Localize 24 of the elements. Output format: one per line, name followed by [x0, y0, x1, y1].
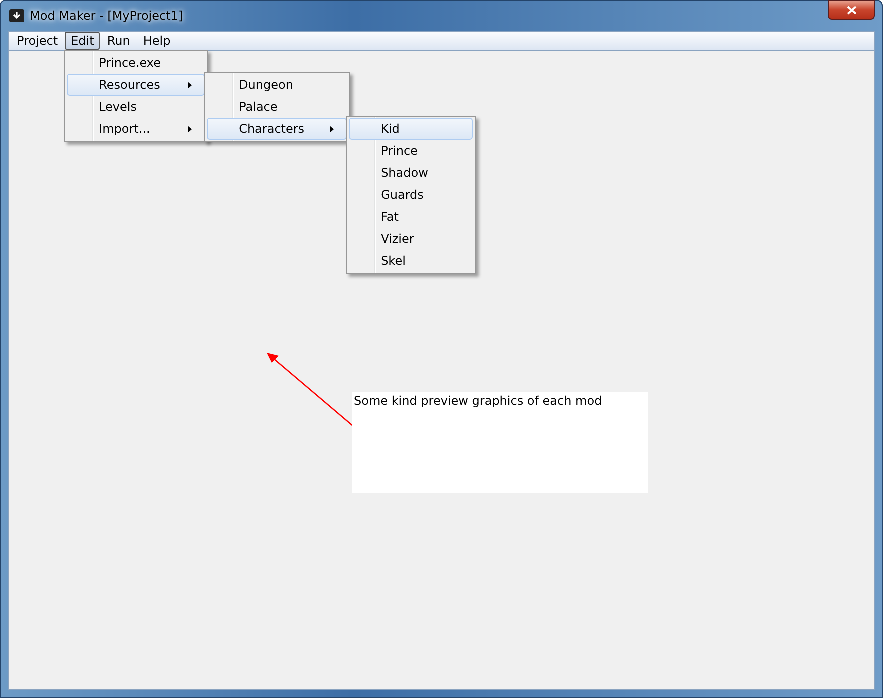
close-button[interactable]	[828, 0, 875, 20]
menu-item[interactable]: Vizier	[349, 228, 474, 250]
submenu-arrow-icon	[188, 82, 192, 88]
close-icon	[846, 6, 856, 14]
menu-item[interactable]: Skel	[349, 250, 474, 272]
menu-item[interactable]: Guards	[349, 184, 474, 206]
window-title: Mod Maker - [MyProject1]	[30, 9, 184, 23]
submenu-arrow-icon	[188, 126, 192, 132]
menu-item[interactable]: Kid	[349, 118, 474, 140]
menu-item[interactable]: Prince	[349, 140, 474, 162]
menu-bar-item[interactable]: Help	[137, 32, 177, 50]
menu-bar-item[interactable]: Project	[11, 32, 64, 50]
menu-item[interactable]: Levels	[67, 96, 206, 118]
menu-item[interactable]: Palace	[207, 96, 348, 118]
menu-bar-item[interactable]: Edit	[65, 32, 100, 50]
menu-item[interactable]: Shadow	[349, 162, 474, 184]
note-text: Some kind preview graphics of each mod	[354, 394, 602, 408]
menu-bar-item[interactable]: Run	[101, 32, 136, 50]
menu-item[interactable]: Import...	[67, 118, 206, 140]
submenu-arrow-icon	[330, 126, 334, 132]
menu-item[interactable]: Prince.exe	[67, 52, 206, 74]
menu-item[interactable]: Fat	[349, 206, 474, 228]
menu-item[interactable]: Dungeon	[207, 74, 348, 96]
app-icon	[9, 8, 25, 24]
